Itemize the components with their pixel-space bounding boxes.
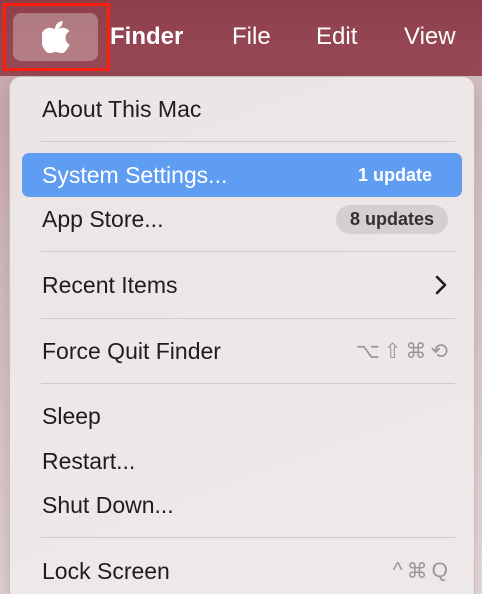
menubar-item-edit[interactable]: Edit (316, 20, 357, 54)
menu-item-label: System Settings... (42, 161, 228, 188)
menu-item-shut-down[interactable]: Shut Down... (22, 483, 462, 527)
menu-item-label: Recent Items (42, 271, 178, 298)
menu-item-lock-screen[interactable]: Lock Screen ^ ⌘ Q (22, 549, 462, 593)
menubar-item-view[interactable]: View (404, 20, 456, 54)
control-key-icon: ^ (392, 559, 403, 582)
menu-separator (41, 318, 455, 319)
q-key-icon: Q (431, 559, 448, 582)
keyboard-shortcut: ⌥ ⇧ ⌘ ⟲ (356, 339, 448, 364)
updates-badge: 8 updates (335, 204, 448, 234)
menu-item-about[interactable]: About This Mac (22, 87, 462, 131)
menu-item-label: Sleep (42, 402, 101, 429)
menu-separator (41, 383, 455, 384)
menu-item-recent-items[interactable]: Recent Items (22, 263, 462, 307)
menu-item-app-store[interactable]: App Store... 8 updates (22, 197, 462, 241)
menu-item-label: Force Quit Finder (42, 337, 221, 364)
apple-dropdown-menu: About This Mac System Settings... 1 upda… (9, 76, 475, 594)
menubar-item-finder[interactable]: Finder (110, 20, 183, 54)
menu-item-label: App Store... (42, 205, 164, 232)
menubar-item-file[interactable]: File (232, 20, 271, 54)
menu-item-sleep[interactable]: Sleep (22, 394, 462, 438)
menu-item-force-quit[interactable]: Force Quit Finder ⌥ ⇧ ⌘ ⟲ (22, 329, 462, 373)
chevron-right-icon (434, 275, 448, 295)
menu-item-label: About This Mac (42, 95, 202, 122)
command-key-icon: ⌘ (405, 339, 427, 363)
menu-separator (41, 251, 455, 252)
menu-item-label: Shut Down... (42, 491, 174, 518)
menu-item-label: Restart... (42, 447, 136, 474)
focus-outline (3, 3, 110, 71)
update-badge: 1 update (357, 164, 432, 185)
menu-bar: Finder File Edit View (0, 0, 482, 76)
option-key-icon: ⌥ (355, 339, 380, 363)
command-key-icon: ⌘ (406, 559, 428, 583)
menu-item-label: Lock Screen (42, 557, 170, 584)
menu-item-restart[interactable]: Restart... (22, 439, 462, 483)
shift-key-icon: ⇧ (383, 339, 402, 363)
menu-item-system-settings[interactable]: System Settings... 1 update (22, 153, 462, 197)
menu-separator (41, 537, 455, 538)
escape-key-icon: ⟲ (430, 339, 448, 363)
keyboard-shortcut: ^ ⌘ Q (393, 559, 448, 584)
menu-separator (41, 141, 455, 142)
